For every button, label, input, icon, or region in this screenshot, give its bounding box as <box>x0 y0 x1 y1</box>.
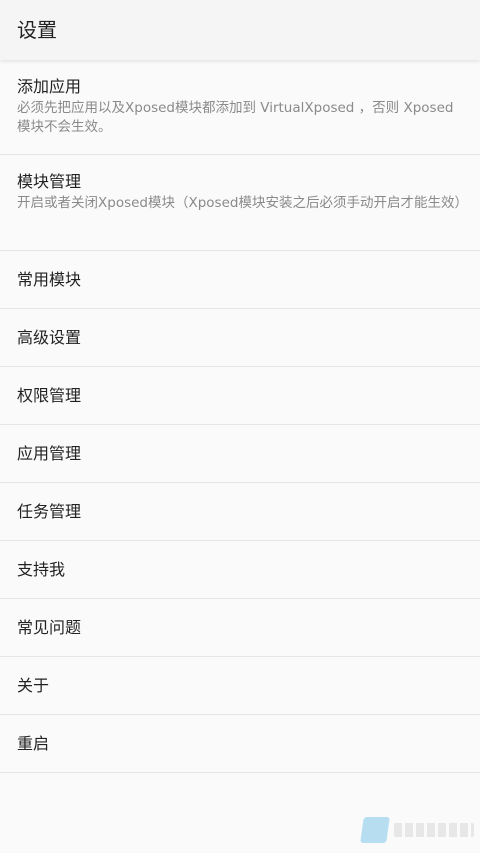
settings-item-permission-management[interactable]: 权限管理 <box>0 367 480 425</box>
settings-item-title: 关于 <box>17 675 50 695</box>
watermark-text-graphic <box>394 823 474 837</box>
settings-item-summary: 开启或者关闭Xposed模块（Xposed模块安装之后必须手动开启才能生效） <box>17 195 468 211</box>
settings-item-common-modules[interactable]: 常用模块 <box>0 251 480 309</box>
settings-item-title: 应用管理 <box>17 443 82 463</box>
settings-item-title: 添加应用 <box>17 77 82 96</box>
settings-item-title: 任务管理 <box>17 501 82 521</box>
settings-item-app-management[interactable]: 应用管理 <box>0 425 480 483</box>
settings-item-title: 高级设置 <box>17 327 82 347</box>
settings-item-title: 支持我 <box>17 559 66 579</box>
settings-item-about[interactable]: 关于 <box>0 657 480 715</box>
settings-item-add-app[interactable]: 添加应用 必须先把应用以及Xposed模块都添加到 VirtualXposed … <box>0 60 480 155</box>
settings-item-reboot[interactable]: 重启 <box>0 715 480 773</box>
settings-item-module-management[interactable]: 模块管理 开启或者关闭Xposed模块（Xposed模块安装之后必须手动开启才能… <box>0 155 480 251</box>
settings-item-title: 常用模块 <box>17 269 82 289</box>
settings-item-advanced-settings[interactable]: 高级设置 <box>0 309 480 367</box>
watermark-logo <box>360 817 474 843</box>
app-bar: 设置 <box>0 0 480 60</box>
settings-item-faq[interactable]: 常见问题 <box>0 599 480 657</box>
settings-list: 添加应用 必须先把应用以及Xposed模块都添加到 VirtualXposed … <box>0 60 480 773</box>
settings-item-title: 模块管理 <box>17 172 82 191</box>
settings-item-task-management[interactable]: 任务管理 <box>0 483 480 541</box>
watermark-icon <box>360 817 390 843</box>
settings-item-support-me[interactable]: 支持我 <box>0 541 480 599</box>
settings-item-title: 常见问题 <box>17 617 82 637</box>
settings-item-summary: 必须先把应用以及Xposed模块都添加到 VirtualXposed ，否则 X… <box>17 100 454 135</box>
page-title: 设置 <box>17 18 57 42</box>
settings-item-title: 权限管理 <box>17 385 82 405</box>
settings-item-title: 重启 <box>17 733 50 753</box>
